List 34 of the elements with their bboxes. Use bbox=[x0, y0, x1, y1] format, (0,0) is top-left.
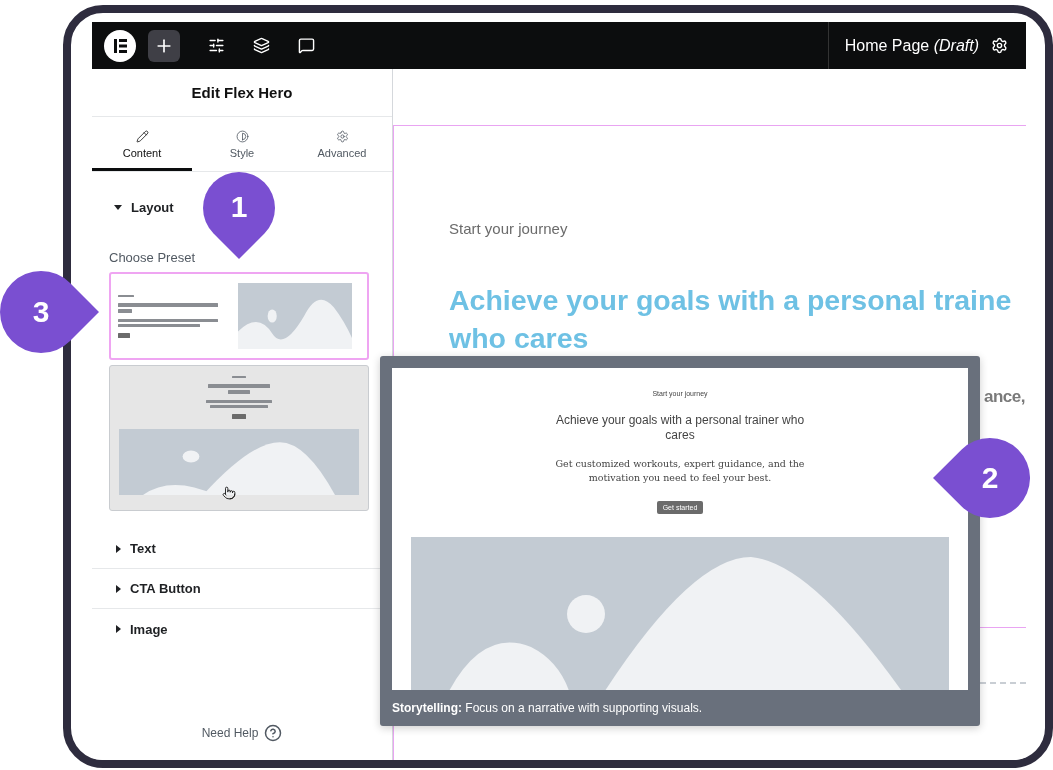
comment-icon[interactable] bbox=[298, 37, 315, 54]
sliders-icon[interactable] bbox=[208, 37, 225, 54]
pencil-icon bbox=[135, 129, 149, 143]
panel-tab[interactable]: Advanced bbox=[292, 117, 392, 171]
help-link[interactable]: Need Help bbox=[201, 726, 259, 740]
preview-caption: Storytelling: Focus on a narrative with supporting visuals. bbox=[392, 700, 704, 715]
hero-heading-line: Achieve your goals with a personal traine bbox=[449, 283, 1013, 318]
add-button[interactable] bbox=[148, 29, 180, 62]
preset-option[interactable] bbox=[109, 365, 369, 511]
caret-icon bbox=[116, 544, 121, 553]
panel-tab[interactable]: Content bbox=[92, 117, 192, 171]
preset-option[interactable] bbox=[109, 272, 369, 360]
settings-icon bbox=[335, 129, 349, 143]
layers-icon[interactable] bbox=[253, 37, 270, 54]
contrast-icon bbox=[235, 129, 249, 143]
settings-icon[interactable] bbox=[991, 37, 1008, 54]
panel-title: Edit Flex Hero bbox=[92, 69, 392, 117]
hero-eyebrow: Start your journey bbox=[449, 220, 569, 237]
preview-body: Get customized workouts, expert guidance, and the motivation you need to feel your best. bbox=[554, 457, 806, 485]
page-title: Home Page (Draft) bbox=[844, 36, 979, 55]
caret-icon bbox=[116, 584, 121, 593]
help-icon[interactable] bbox=[264, 724, 283, 742]
hero-text-fragment: ance, bbox=[984, 387, 1025, 407]
hand-cursor-icon bbox=[222, 486, 236, 500]
step-marker: 1 bbox=[203, 172, 275, 259]
step-marker: 3 bbox=[0, 271, 99, 353]
logo-icon[interactable] bbox=[104, 29, 136, 62]
step-marker: 2 bbox=[933, 438, 1030, 518]
preset-label: Choose Preset bbox=[109, 250, 196, 265]
hero-heading-line: who cares bbox=[449, 321, 590, 356]
caret-icon bbox=[114, 204, 122, 210]
preview-heading: Achieve your goals with a personal trainer who cares bbox=[555, 413, 805, 443]
caret-icon bbox=[116, 625, 121, 633]
panel-tab[interactable]: Style bbox=[192, 117, 292, 171]
